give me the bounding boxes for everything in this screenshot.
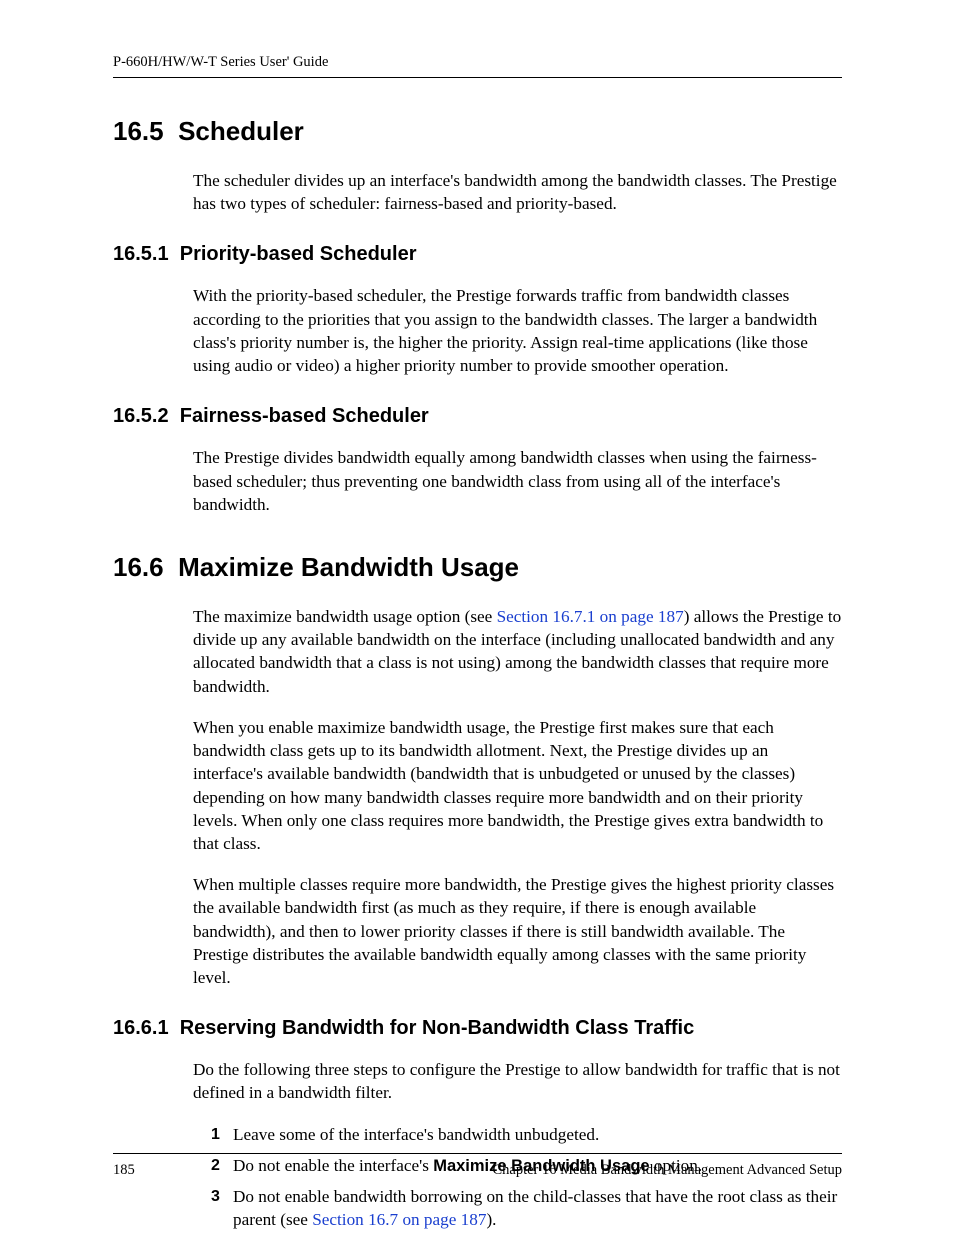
heading-16-5-2: 16.5.2 Fairness-based Scheduler <box>113 405 842 428</box>
page-number: 185 <box>113 1162 135 1179</box>
heading-text: Fairness-based Scheduler <box>180 405 429 427</box>
para-16-5-intro: The scheduler divides up an interface's … <box>193 169 842 215</box>
step-number: 1 <box>211 1124 220 1146</box>
para-16-6-1: The maximize bandwidth usage option (see… <box>193 605 842 698</box>
para-16-5-1: With the priority-based scheduler, the P… <box>193 284 842 377</box>
cross-ref-link[interactable]: Section 16.7 on page 187 <box>312 1210 486 1229</box>
step-number: 3 <box>211 1186 220 1208</box>
heading-16-5: 16.5 Scheduler <box>113 116 842 147</box>
step-text: ). <box>486 1210 496 1229</box>
text: The maximize bandwidth usage option (see <box>193 607 497 626</box>
heading-number: 16.6 <box>113 552 164 582</box>
chapter-label: Chapter 16 Media Bandwidth Management Ad… <box>492 1162 842 1179</box>
para-16-6-1-intro: Do the following three steps to configur… <box>193 1058 842 1104</box>
para-16-6-3: When multiple classes require more bandw… <box>193 873 842 989</box>
step-item: 3 Do not enable bandwidth borrowing on t… <box>211 1185 842 1231</box>
heading-text: Reserving Bandwidth for Non-Bandwidth Cl… <box>180 1017 695 1039</box>
heading-number: 16.5.2 <box>113 405 169 427</box>
heading-number: 16.6.1 <box>113 1017 169 1039</box>
heading-16-5-1: 16.5.1 Priority-based Scheduler <box>113 243 842 266</box>
heading-text: Scheduler <box>178 116 304 146</box>
heading-number: 16.5.1 <box>113 243 169 265</box>
page-footer: 185 Chapter 16 Media Bandwidth Managemen… <box>113 1153 842 1179</box>
heading-text: Priority-based Scheduler <box>180 243 417 265</box>
step-item: 1 Leave some of the interface's bandwidt… <box>211 1123 842 1146</box>
heading-16-6-1: 16.6.1 Reserving Bandwidth for Non-Bandw… <box>113 1017 842 1040</box>
page-body: P-660H/HW/W-T Series User' Guide 16.5 Sc… <box>0 0 954 1232</box>
step-text: Leave some of the interface's bandwidth … <box>233 1125 599 1144</box>
heading-number: 16.5 <box>113 116 164 146</box>
para-16-5-2: The Prestige divides bandwidth equally a… <box>193 446 842 516</box>
running-header: P-660H/HW/W-T Series User' Guide <box>113 54 842 78</box>
cross-ref-link[interactable]: Section 16.7.1 on page 187 <box>497 607 684 626</box>
para-16-6-2: When you enable maximize bandwidth usage… <box>193 716 842 855</box>
heading-text: Maximize Bandwidth Usage <box>178 552 519 582</box>
heading-16-6: 16.6 Maximize Bandwidth Usage <box>113 552 842 583</box>
